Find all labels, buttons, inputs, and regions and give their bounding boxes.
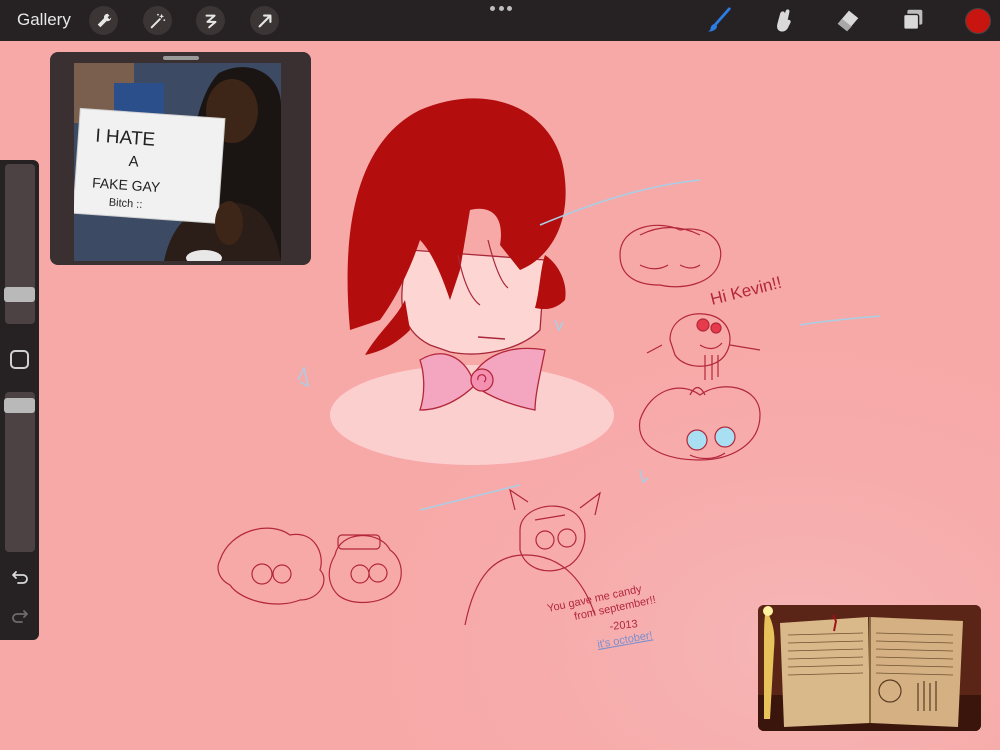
selection-icon [205, 14, 216, 28]
modify-button[interactable] [10, 350, 29, 369]
eraser-tool-button[interactable] [833, 5, 863, 35]
sign-line-4: Bitch :: [108, 197, 142, 211]
layers-icon [902, 9, 923, 31]
gallery-button[interactable]: Gallery [17, 10, 71, 30]
brush-tool-button[interactable] [704, 5, 734, 35]
redo-button[interactable] [9, 607, 31, 625]
opacity-thumb[interactable] [4, 398, 35, 413]
undo-button[interactable] [9, 568, 31, 586]
smudge-tool-button[interactable] [768, 5, 798, 35]
undo-icon [12, 571, 28, 584]
magic-wand-icon [150, 13, 165, 28]
brush-icon [707, 7, 731, 32]
selection-button[interactable] [196, 6, 225, 35]
redo-icon [12, 610, 28, 623]
layers-button[interactable] [898, 5, 928, 35]
wrench-icon [97, 13, 111, 27]
actions-button[interactable] [89, 6, 118, 35]
smudge-icon [777, 9, 791, 32]
brush-size-thumb[interactable] [4, 287, 35, 302]
top-toolbar: Gallery [0, 0, 1000, 41]
sign-line-1: I HATE [95, 126, 156, 151]
transform-arrow-icon [258, 14, 271, 27]
reference-drag-handle[interactable] [163, 56, 199, 60]
opacity-slider[interactable] [5, 392, 35, 552]
left-sidebar [0, 160, 39, 640]
more-options-dots[interactable] [490, 6, 512, 12]
sign-line-2: A [128, 153, 139, 171]
reference-window[interactable]: I HATE A FAKE GAY Bitch :: [50, 52, 311, 265]
color-picker-button[interactable] [965, 8, 991, 34]
adjustments-button[interactable] [143, 6, 172, 35]
transform-button[interactable] [250, 6, 279, 35]
eraser-icon [837, 10, 859, 32]
reference-photo: I HATE A FAKE GAY Bitch :: [74, 63, 281, 261]
book-reference-image[interactable] [758, 605, 981, 731]
